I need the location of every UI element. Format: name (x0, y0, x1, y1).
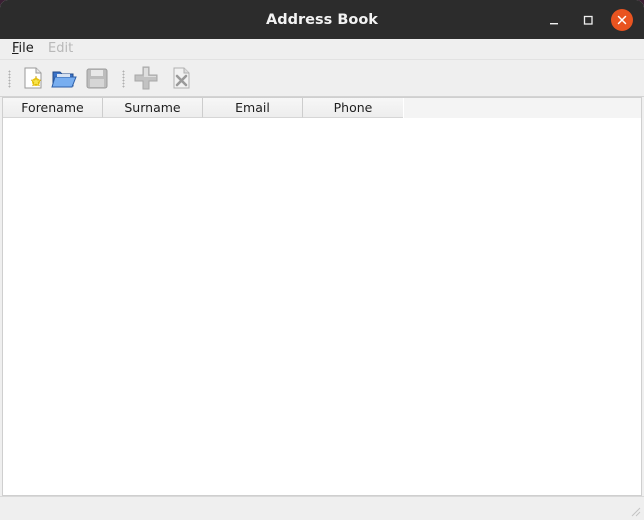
size-grip-icon[interactable] (629, 505, 641, 517)
column-header-phone[interactable]: Phone (303, 98, 403, 118)
column-header-forename[interactable]: Forename (3, 98, 103, 118)
open-button[interactable] (51, 65, 77, 91)
menu-bar: File Edit (0, 39, 644, 59)
title-bar[interactable]: Address Book (0, 0, 644, 39)
save-button[interactable] (84, 65, 110, 91)
close-button[interactable] (611, 9, 633, 31)
header-filler (404, 98, 641, 118)
minimize-button[interactable] (543, 9, 565, 31)
column-header-surname[interactable]: Surname (103, 98, 203, 118)
table-header: Forename Surname Email Phone (3, 98, 403, 118)
open-folder-icon (51, 71, 77, 88)
status-bar (0, 496, 644, 520)
address-book-window: Address Book File Edit Forename Surname … (0, 0, 644, 520)
remove-contact-button[interactable] (168, 65, 194, 91)
maximize-button[interactable] (577, 9, 599, 31)
menu-file[interactable]: File (12, 41, 34, 57)
toolbar-grip[interactable] (8, 70, 11, 88)
remove-contact-icon (173, 67, 190, 89)
maximize-icon (583, 15, 593, 25)
menu-edit[interactable]: Edit (48, 41, 73, 57)
toolbar-grip-2[interactable] (122, 70, 125, 88)
new-button[interactable] (20, 65, 46, 91)
column-header-email[interactable]: Email (203, 98, 303, 118)
contacts-table[interactable]: Forename Surname Email Phone (2, 97, 642, 496)
add-contact-button[interactable] (133, 65, 159, 91)
add-contact-icon (134, 66, 158, 90)
menu-file-label: ile (18, 41, 34, 56)
save-icon (86, 68, 108, 89)
close-icon (617, 15, 627, 25)
new-document-icon (24, 67, 42, 89)
minimize-icon (550, 23, 558, 25)
toolbar (0, 59, 644, 97)
